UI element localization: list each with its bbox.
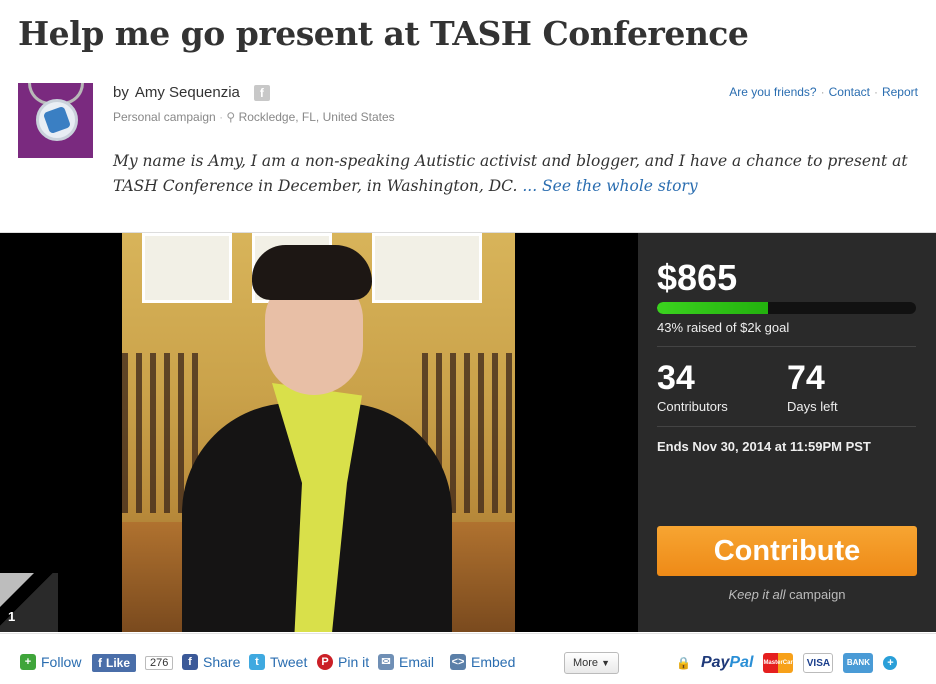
plus-icon: + (20, 654, 36, 670)
are-you-friends-link[interactable]: Are you friends? (729, 85, 816, 99)
contact-link[interactable]: Contact (829, 85, 870, 99)
payment-methods: 🔒 PayPal MasterCard VISA BANK + (676, 653, 898, 673)
campaign-photo[interactable] (122, 233, 515, 632)
pin-it-button[interactable]: P Pin it (317, 654, 369, 670)
paypal-logo: PayPal (700, 654, 754, 671)
days-left-label: Days left (787, 399, 838, 414)
end-date: Ends Nov 30, 2014 at 11:59PM PST (657, 439, 871, 454)
avatar[interactable] (18, 83, 93, 158)
bank-logo: BANK (843, 653, 874, 673)
embed-button[interactable]: <> Embed (450, 654, 515, 670)
facebook-icon[interactable]: f (253, 84, 270, 101)
more-dropdown[interactable]: More ▼ (564, 652, 619, 674)
story-summary: My name is Amy, I am a non-speaking Auti… (113, 152, 908, 195)
pin-icon: ⚲ (226, 110, 236, 124)
page-title: Help me go present at TASH Conference (18, 14, 749, 53)
campaign-type-note: Keep it all campaign (728, 587, 846, 602)
contribute-button[interactable]: Contribute (657, 526, 917, 576)
mastercard-logo: MasterCard (763, 653, 796, 673)
like-button[interactable]: f Like (92, 654, 137, 672)
contributors-count: 34 (657, 359, 695, 397)
top-links: Are you friends? · Contact · Report (729, 85, 918, 99)
plus-icon[interactable]: + (883, 656, 898, 670)
facebook-like: f Like 276 (92, 654, 174, 672)
gallery-index[interactable]: 1 (0, 573, 58, 632)
campaign-meta: Personal campaign · ⚲ Rockledge, FL, Uni… (113, 110, 395, 124)
byline: by Amy Sequenzia f (113, 84, 270, 101)
follow-button[interactable]: + Follow (20, 654, 81, 670)
days-left-count: 74 (787, 359, 825, 397)
raised-text: 43% raised of $2k goal (657, 320, 790, 335)
share-button[interactable]: f Share (182, 654, 240, 670)
amount-raised: $865 (657, 257, 738, 298)
share-bar: + Follow f Like 276 f Share t Tweet P Pin… (0, 633, 936, 684)
visa-logo: VISA (803, 653, 834, 673)
facebook-icon: f (98, 656, 102, 670)
tweet-button[interactable]: t Tweet (249, 654, 307, 670)
facebook-icon: f (182, 654, 198, 670)
lock-icon: 🔒 (676, 656, 691, 670)
email-icon: ✉ (378, 654, 394, 670)
like-count: 276 (145, 656, 174, 670)
email-button[interactable]: ✉ Email (378, 654, 434, 670)
twitter-icon: t (249, 654, 265, 670)
pinterest-icon: P (317, 654, 333, 670)
author-link[interactable]: Amy Sequenzia (135, 84, 240, 101)
funding-panel: $865 43% raised of $2k goal 34 Contribut… (638, 233, 936, 632)
see-whole-story-link[interactable]: ... See the whole story (522, 177, 697, 195)
chevron-down-icon: ▼ (601, 658, 611, 668)
contributors-label: Contributors (657, 399, 728, 414)
embed-icon: <> (450, 654, 466, 670)
progress-bar (657, 302, 916, 314)
report-link[interactable]: Report (882, 85, 918, 99)
